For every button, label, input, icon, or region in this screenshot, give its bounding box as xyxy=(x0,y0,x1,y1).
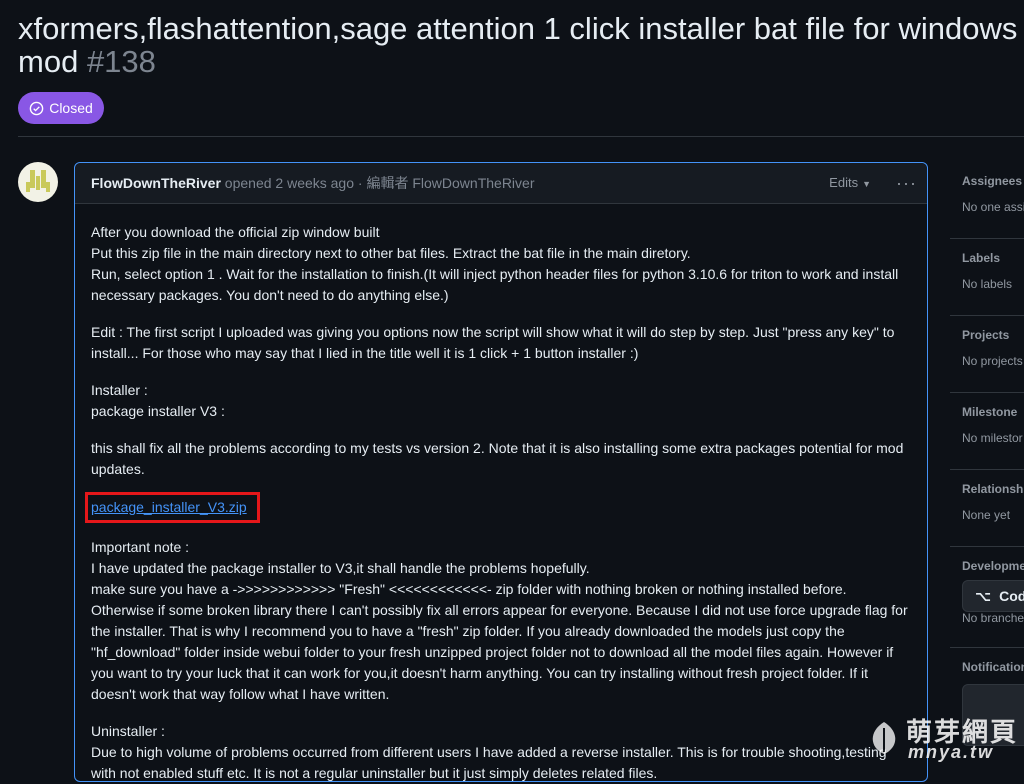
comment-editor[interactable]: FlowDownTheRiver xyxy=(412,175,534,191)
sidebar-value: No labels xyxy=(962,277,1013,291)
sidebar-value: None yet xyxy=(962,508,1011,522)
closed-check-icon xyxy=(29,101,44,115)
comment-meta: opened 2 weeks ago · 編輯者 xyxy=(220,175,413,191)
paragraph-line: Edit : The first script I uploaded was g… xyxy=(91,324,895,361)
sidebar-section-projects: Projects No projects xyxy=(950,316,1024,393)
watermark-text-en: mnya.tw xyxy=(908,742,995,762)
sidebar-heading[interactable]: Developme xyxy=(962,559,1024,573)
attachment-link[interactable]: package_installer_V3.zip xyxy=(91,499,247,515)
sidebar-heading[interactable]: Labels xyxy=(962,251,1000,265)
issue-comment: FlowDownTheRiver opened 2 weeks ago · 編輯… xyxy=(74,162,928,782)
paragraph-line: Put this zip file in the main directory … xyxy=(91,245,691,261)
comment-body: After you download the official zip wind… xyxy=(75,204,927,784)
sidebar-section-assignees: Assignees No one assi xyxy=(950,162,1024,239)
sidebar-section-milestone: Milestone No milestor xyxy=(950,393,1024,470)
more-options-icon[interactable]: ··· xyxy=(896,163,917,203)
paragraph-line: After you download the official zip wind… xyxy=(91,224,380,240)
sidebar-heading[interactable]: Projects xyxy=(962,328,1009,342)
sidebar-value: No milestor xyxy=(962,431,1023,445)
sidebar-value: No one assi xyxy=(962,200,1024,214)
paragraph-line: I have updated the package installer to … xyxy=(91,560,590,576)
issue-title-line2: mod xyxy=(18,44,79,79)
leaf-icon xyxy=(872,722,896,754)
header-divider xyxy=(18,136,1024,137)
sidebar-section-relationship: Relationship None yet xyxy=(950,470,1024,547)
paragraph-line: package installer V3 : xyxy=(91,403,225,419)
paragraph-line: make sure you have a ->>>>>>>>>>>> "Fres… xyxy=(91,581,908,702)
paragraph-line: Installer : xyxy=(91,382,148,398)
sidebar-heading[interactable]: Notification xyxy=(962,660,1024,674)
avatar[interactable] xyxy=(18,162,58,202)
paragraph-line: this shall fix all the problems accordin… xyxy=(91,440,904,477)
branch-icon: ⌥ xyxy=(975,587,992,604)
paragraph-line: Important note : xyxy=(91,539,190,555)
paragraph-line: Uninstaller : xyxy=(91,723,165,739)
issue-sidebar: Assignees No one assi Labels No labels Proje… xyxy=(950,162,1024,746)
comment-paragraph: Edit : The first script I uploaded was g… xyxy=(91,322,911,364)
paragraph-line: Run, select option 1 . Wait for the inst… xyxy=(91,266,899,303)
code-button-label: Cod xyxy=(999,588,1024,604)
sidebar-heading[interactable]: Relationship xyxy=(962,482,1024,496)
avatar-identicon xyxy=(26,170,50,192)
issue-number: #138 xyxy=(86,44,156,79)
paragraph-line: Due to high volume of problems occurred … xyxy=(91,744,887,781)
comment-paragraph: After you download the official zip wind… xyxy=(91,222,911,306)
code-button[interactable]: ⌥ Cod xyxy=(962,580,1024,612)
sidebar-value: No projects xyxy=(962,354,1023,368)
sidebar-heading[interactable]: Milestone xyxy=(962,405,1017,419)
issue-title: xformers,flashattention,sage attention 1… xyxy=(18,12,1024,78)
watermark-logo: 萌芽網頁 mnya.tw xyxy=(864,712,1020,764)
issue-title-line1: xformers,flashattention,sage attention 1… xyxy=(18,11,1018,46)
sidebar-value: No branche xyxy=(962,611,1024,625)
sidebar-heading[interactable]: Assignees xyxy=(962,174,1022,188)
highlight-box: package_installer_V3.zip xyxy=(85,492,260,523)
comment-header: FlowDownTheRiver opened 2 weeks ago · 編輯… xyxy=(75,163,927,204)
status-label: Closed xyxy=(49,100,93,116)
comment-paragraph: this shall fix all the problems accordin… xyxy=(91,438,911,480)
comment-paragraph: Important note : I have updated the packa… xyxy=(91,537,911,705)
caret-down-icon: ▼ xyxy=(862,179,871,189)
edits-label: Edits xyxy=(829,175,859,190)
comment-paragraph: Installer : package installer V3 : xyxy=(91,380,911,422)
comment-author[interactable]: FlowDownTheRiver xyxy=(91,175,221,191)
sidebar-section-labels: Labels No labels xyxy=(950,239,1024,316)
edits-dropdown[interactable]: Edits ▼ xyxy=(829,163,871,204)
comment-paragraph: Uninstaller : Due to high volume of probl… xyxy=(91,721,911,784)
status-badge: Closed xyxy=(18,92,104,124)
